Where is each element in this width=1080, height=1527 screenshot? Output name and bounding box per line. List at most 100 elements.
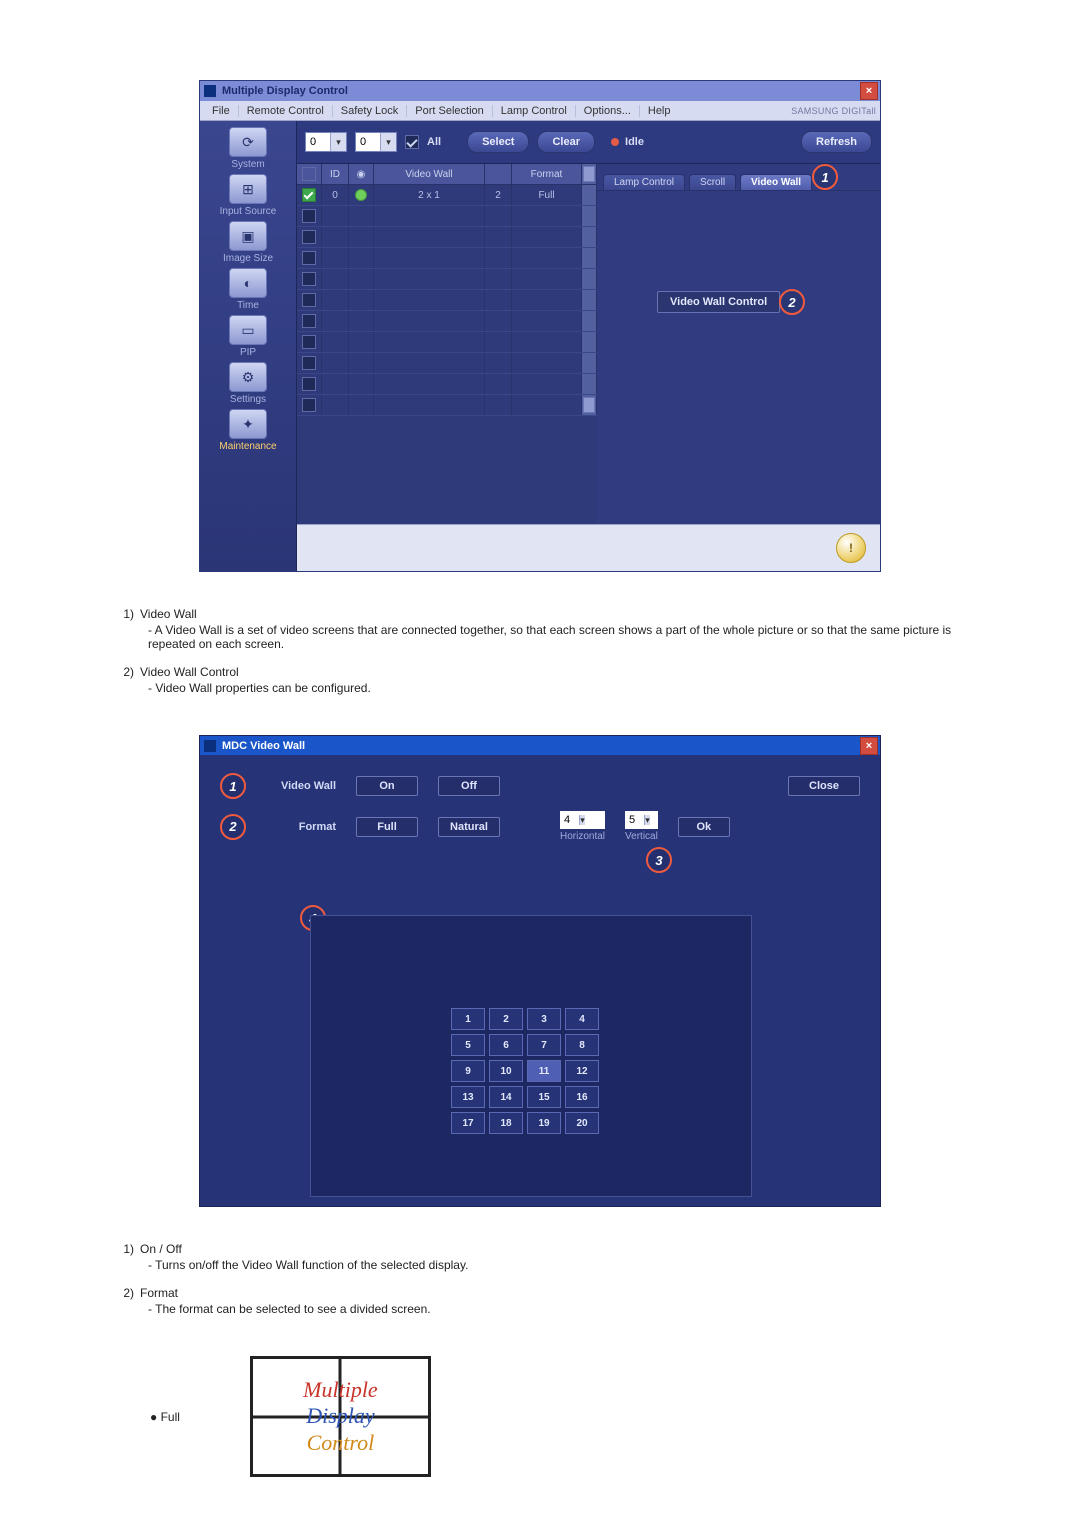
- row-checkbox[interactable]: [302, 188, 316, 202]
- cell[interactable]: 6: [489, 1034, 523, 1056]
- cell[interactable]: 16: [565, 1086, 599, 1108]
- cell[interactable]: 9: [451, 1060, 485, 1082]
- chevron-down-icon: ▾: [579, 815, 585, 825]
- menu-options[interactable]: Options...: [576, 105, 640, 117]
- table-row[interactable]: [297, 374, 597, 395]
- sidebar-item-time[interactable]: ◐ Time: [200, 268, 296, 311]
- table-row[interactable]: [297, 332, 597, 353]
- cell[interactable]: 13: [451, 1086, 485, 1108]
- menu-file[interactable]: File: [204, 105, 239, 117]
- cell[interactable]: 10: [489, 1060, 523, 1082]
- menu-help[interactable]: Help: [640, 105, 679, 117]
- table-row[interactable]: [297, 248, 597, 269]
- cell[interactable]: 7: [527, 1034, 561, 1056]
- video-wall-control-button[interactable]: Video Wall Control: [657, 291, 780, 313]
- format-label: Format: [266, 821, 336, 833]
- table-row[interactable]: [297, 311, 597, 332]
- cell[interactable]: 14: [489, 1086, 523, 1108]
- table-row[interactable]: [297, 269, 597, 290]
- table-row[interactable]: [297, 227, 597, 248]
- callout-2: 2: [779, 289, 805, 315]
- list-desc: The format can be selected to see a divi…: [148, 1302, 970, 1316]
- ok-button[interactable]: Ok: [678, 817, 730, 837]
- video-wall-label: Video Wall: [266, 780, 336, 792]
- menu-lamp-control[interactable]: Lamp Control: [493, 105, 576, 117]
- sidebar-item-input-source[interactable]: ⊞ Input Source: [200, 174, 296, 217]
- cell[interactable]: 2: [489, 1008, 523, 1030]
- list-number: 1): [110, 1242, 140, 1282]
- input-source-icon: ⊞: [229, 174, 267, 204]
- callout-3: 3: [646, 847, 672, 873]
- cell[interactable]: 20: [565, 1112, 599, 1134]
- sidebar-item-maintenance[interactable]: ✦ Maintenance: [200, 409, 296, 452]
- sidebar-item-settings[interactable]: ⚙ Settings: [200, 362, 296, 405]
- col-power-icon: ◉: [349, 164, 374, 184]
- callout-1: 1: [220, 773, 246, 799]
- cell[interactable]: 18: [489, 1112, 523, 1134]
- table-row[interactable]: [297, 395, 597, 416]
- cell[interactable]: 17: [451, 1112, 485, 1134]
- app-title: MDC Video Wall: [222, 740, 305, 752]
- horizontal-combo[interactable]: 4 ▾: [560, 811, 605, 829]
- tab-video-wall[interactable]: Video Wall: [740, 174, 812, 190]
- list-desc: Turns on/off the Video Wall function of …: [148, 1258, 970, 1272]
- chevron-down-icon: ▾: [380, 133, 396, 151]
- col-spacer: [485, 164, 512, 184]
- sidebar-item-system[interactable]: ⟳ System: [200, 127, 296, 170]
- vertical-combo[interactable]: 5 ▾: [625, 811, 658, 829]
- table-row[interactable]: [297, 290, 597, 311]
- title-bar: MDC Video Wall ×: [200, 736, 880, 755]
- cell[interactable]: 5: [451, 1034, 485, 1056]
- menu-remote-control[interactable]: Remote Control: [239, 105, 333, 117]
- menu-safety-lock[interactable]: Safety Lock: [333, 105, 407, 117]
- menu-port-selection[interactable]: Port Selection: [407, 105, 492, 117]
- chevron-down-icon[interactable]: [583, 397, 595, 413]
- list-number: 1): [110, 607, 140, 661]
- close-button[interactable]: Close: [788, 776, 860, 796]
- cell[interactable]: 19: [527, 1112, 561, 1134]
- toolbar-combo-1[interactable]: 0 ▾: [305, 132, 347, 152]
- right-panel: Lamp Control Scroll Video Wall 1 Video W…: [597, 164, 880, 524]
- pip-icon: ▭: [229, 315, 267, 345]
- sidebar-item-image-size[interactable]: ▣ Image Size: [200, 221, 296, 264]
- cell[interactable]: 4: [565, 1008, 599, 1030]
- refresh-button[interactable]: Refresh: [801, 131, 872, 153]
- clear-button[interactable]: Clear: [537, 131, 595, 153]
- natural-button[interactable]: Natural: [438, 817, 500, 837]
- list-number: 2): [110, 665, 140, 705]
- table-row[interactable]: [297, 353, 597, 374]
- on-button[interactable]: On: [356, 776, 418, 796]
- close-icon[interactable]: ×: [860, 737, 878, 755]
- off-button[interactable]: Off: [438, 776, 500, 796]
- scrollbar[interactable]: [582, 164, 597, 184]
- sidebar: ⟳ System ⊞ Input Source ▣ Image Size ◐ T…: [200, 121, 297, 571]
- select-button[interactable]: Select: [467, 131, 529, 153]
- all-checkbox[interactable]: [405, 135, 419, 149]
- all-label: All: [427, 136, 441, 148]
- grid-body: 0 2 x 1 2 Full: [297, 185, 597, 524]
- time-icon: ◐: [229, 268, 267, 298]
- cell[interactable]: 8: [565, 1034, 599, 1056]
- power-on-icon: [355, 189, 367, 201]
- cell[interactable]: 15: [527, 1086, 561, 1108]
- table-row[interactable]: [297, 206, 597, 227]
- table-row[interactable]: 0 2 x 1 2 Full: [297, 185, 597, 206]
- close-icon[interactable]: ×: [860, 82, 878, 100]
- toolbar-combo-2[interactable]: 0 ▾: [355, 132, 397, 152]
- cell[interactable]: 3: [527, 1008, 561, 1030]
- cell[interactable]: 12: [565, 1060, 599, 1082]
- horizontal-label: Horizontal: [560, 831, 605, 842]
- tab-lamp-control[interactable]: Lamp Control: [603, 174, 685, 190]
- tab-scroll[interactable]: Scroll: [689, 174, 736, 190]
- sidebar-item-label: Input Source: [200, 206, 296, 217]
- cell[interactable]: 1: [451, 1008, 485, 1030]
- sidebar-item-pip[interactable]: ▭ PIP: [200, 315, 296, 358]
- cell-selected[interactable]: 11: [527, 1060, 561, 1082]
- header-checkbox[interactable]: [302, 167, 316, 181]
- vertical-label: Vertical: [625, 831, 658, 842]
- sidebar-item-label: Maintenance: [200, 441, 296, 452]
- full-button[interactable]: Full: [356, 817, 418, 837]
- chevron-down-icon: ▾: [644, 815, 650, 825]
- list-title: Video Wall: [140, 607, 197, 621]
- app-icon: [204, 85, 216, 97]
